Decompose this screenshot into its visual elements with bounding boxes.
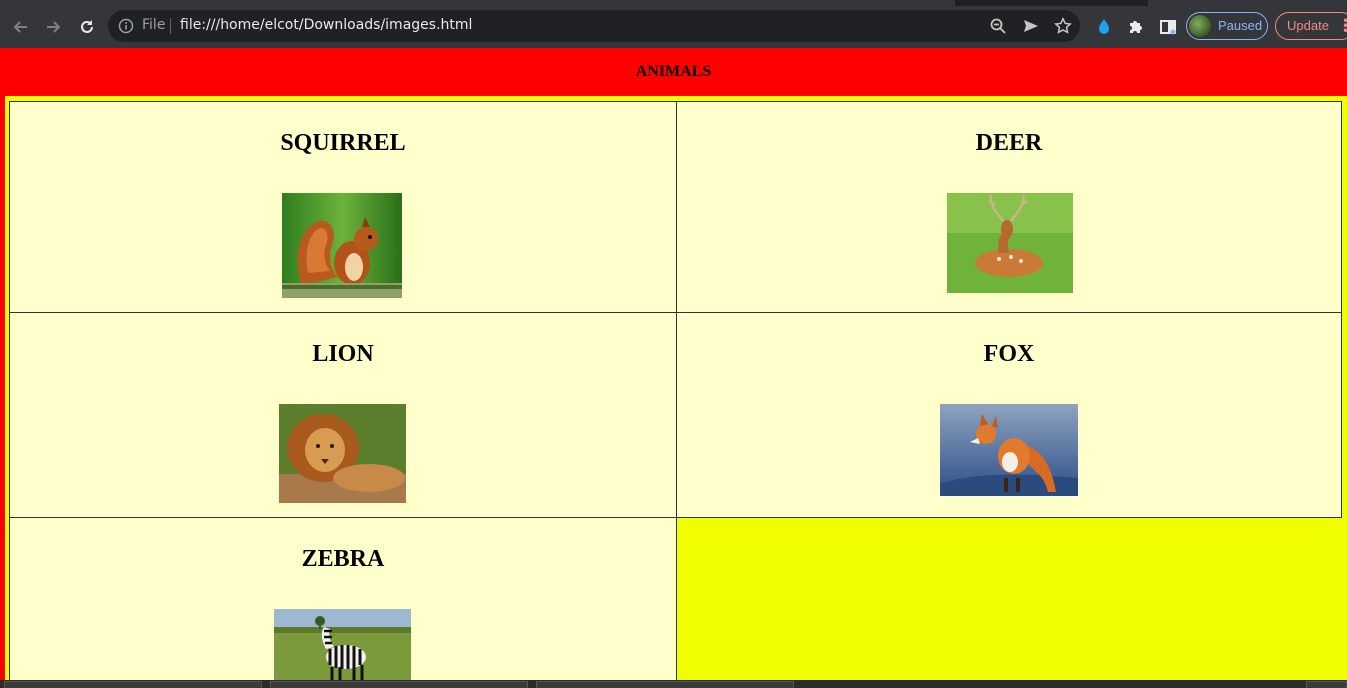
zoom-icon[interactable] (989, 17, 1007, 35)
drop-extension-icon[interactable] (1094, 17, 1114, 37)
profile-button[interactable]: Paused (1186, 12, 1268, 40)
page-header: ANIMALS (0, 48, 1347, 96)
fox-image (940, 404, 1078, 496)
lion-image (279, 404, 406, 503)
page-viewport: ANIMALS SQUIRREL DEER LION FOX ZEBRA (0, 48, 1347, 680)
os-taskbar (0, 680, 1347, 688)
page-title: ANIMALS (635, 63, 712, 80)
update-label: Update (1287, 18, 1329, 33)
animals-table: SQUIRREL DEER LION FOX ZEBRA (5, 96, 1347, 680)
taskbar-item[interactable] (1306, 681, 1347, 688)
animal-cell-deer: DEER (676, 101, 1342, 313)
deer-image (947, 193, 1073, 293)
forward-button[interactable] (40, 14, 66, 40)
extensions-puzzle-icon[interactable] (1126, 17, 1146, 37)
divider (170, 18, 171, 34)
send-icon[interactable] (1022, 17, 1040, 35)
taskbar-item[interactable] (536, 681, 794, 688)
url-text[interactable]: file:///home/elcot/Downloads/images.html (180, 17, 472, 33)
animal-cell-fox: FOX (676, 312, 1342, 518)
update-button[interactable]: Update ••• (1275, 12, 1347, 40)
zebra-image (274, 609, 411, 680)
back-button[interactable] (8, 14, 34, 40)
reading-list-icon[interactable] (1158, 17, 1178, 37)
profile-status-label: Paused (1218, 18, 1263, 33)
animal-name: ZEBRA (301, 546, 385, 572)
scheme-label: File (142, 17, 166, 33)
animal-cell-lion: LION (9, 312, 677, 518)
menu-dots-icon[interactable]: ••• (1342, 15, 1347, 37)
back-icon (13, 21, 27, 33)
star-icon[interactable] (1054, 17, 1072, 35)
squirrel-image (282, 193, 402, 298)
reload-button[interactable] (74, 14, 100, 40)
animal-cell-zebra: ZEBRA (9, 517, 677, 680)
address-bar[interactable]: File file:///home/elcot/Downloads/images… (108, 10, 1080, 42)
reload-icon (81, 20, 93, 33)
avatar (1189, 15, 1211, 37)
info-icon[interactable] (118, 18, 134, 34)
taskbar-item[interactable] (270, 681, 528, 688)
browser-toolbar: File file:///home/elcot/Downloads/images… (0, 6, 1347, 48)
animal-name: FOX (983, 341, 1035, 367)
animal-name: SQUIRREL (280, 130, 406, 156)
taskbar-item[interactable] (4, 681, 262, 688)
animal-name: LION (312, 341, 374, 367)
animal-cell-squirrel: SQUIRREL (9, 101, 677, 313)
forward-icon (47, 21, 61, 33)
animal-name: DEER (975, 130, 1043, 156)
